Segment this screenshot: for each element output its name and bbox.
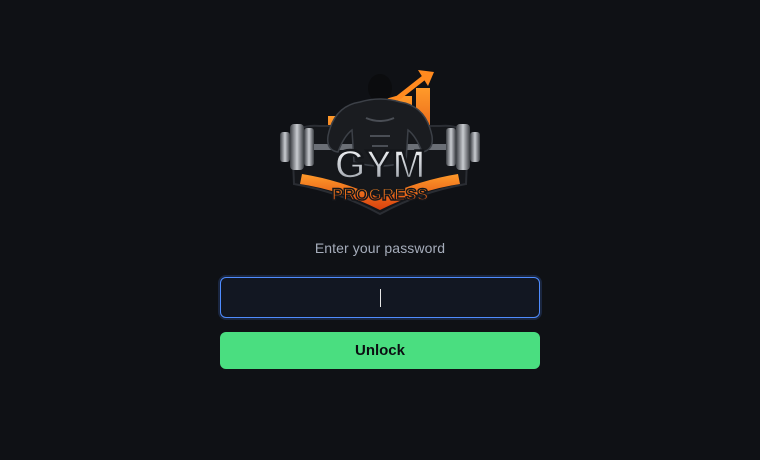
password-prompt: Enter your password <box>314 240 446 256</box>
lock-screen: GYM PROGRESS Enter your password Unlock <box>0 0 760 460</box>
unlock-button[interactable]: Unlock <box>220 332 540 369</box>
gym-progress-logo-graphic: GYM PROGRESS <box>280 70 480 216</box>
logo-text-gym: GYM <box>334 143 425 187</box>
password-field[interactable] <box>220 277 540 318</box>
text-caret <box>380 289 381 307</box>
gym-progress-logo: GYM PROGRESS <box>270 66 490 220</box>
logo-text-progress: PROGRESS <box>332 185 428 204</box>
